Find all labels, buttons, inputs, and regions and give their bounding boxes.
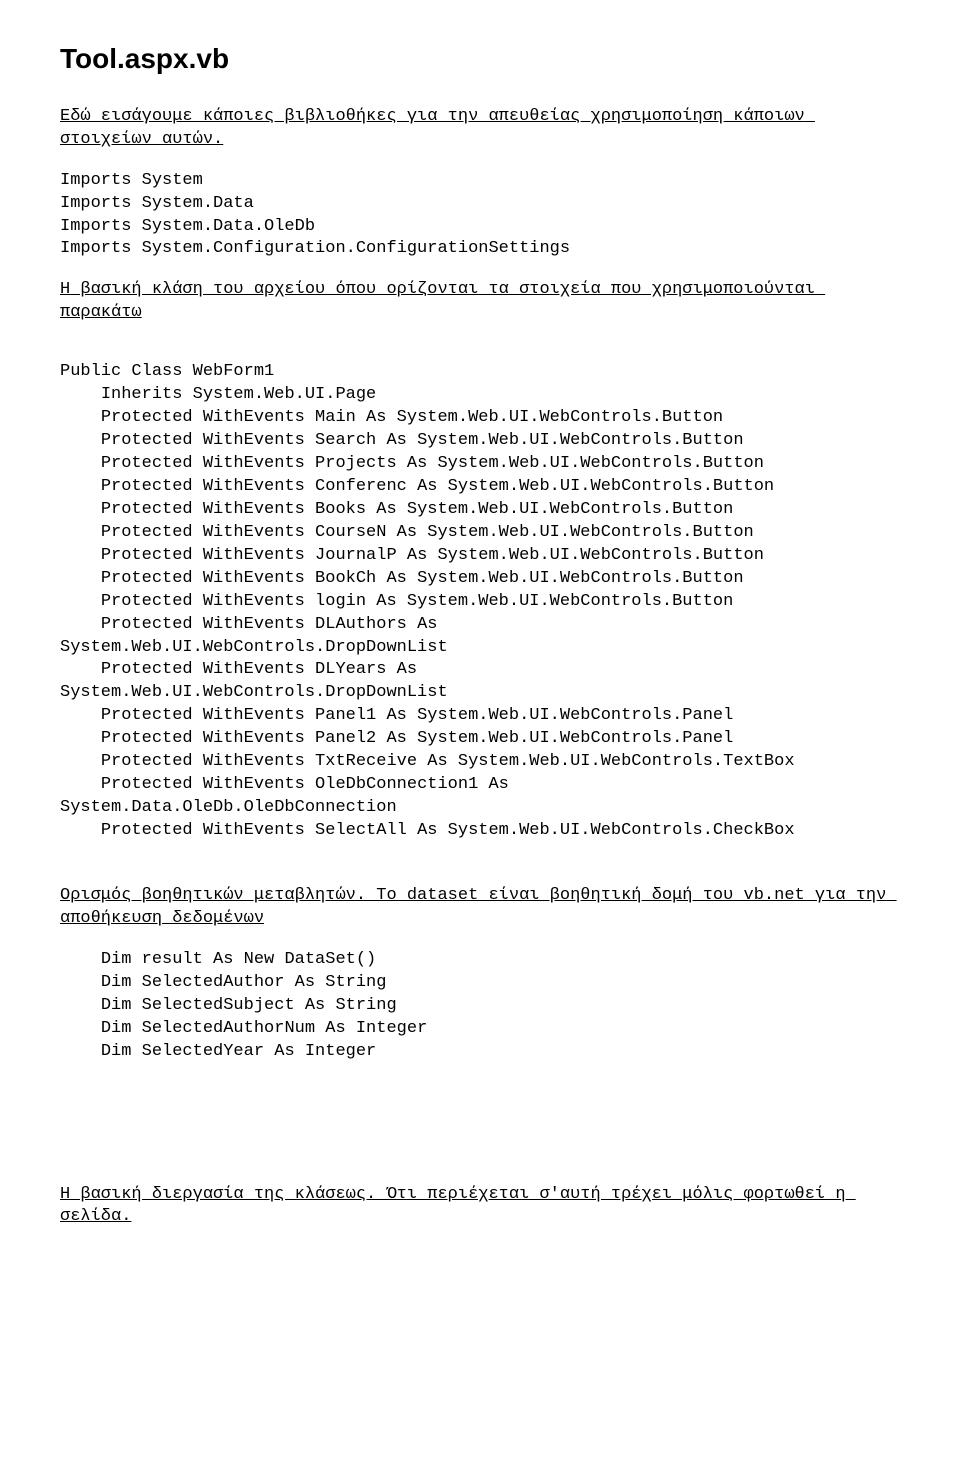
- annotation-vars: Ορισμός βοηθητικών μεταβλητών. Το datase…: [60, 885, 900, 931]
- annotation-process: Η βασική διεργασία της κλάσεως. Ότι περι…: [60, 1184, 900, 1230]
- annotation-class: Η βασική κλάση του αρχείου όπου ορίζοντα…: [60, 279, 900, 325]
- code-imports: Imports System Imports System.Data Impor…: [60, 170, 900, 262]
- page-title: Tool.aspx.vb: [60, 40, 900, 78]
- code-dim-block: Dim result As New DataSet() Dim Selected…: [60, 949, 900, 1064]
- code-class-declarations: Public Class WebForm1 Inherits System.We…: [60, 361, 900, 843]
- annotation-imports: Εδώ εισάγουμε κάποιες βιβλιοθήκες για τη…: [60, 106, 900, 152]
